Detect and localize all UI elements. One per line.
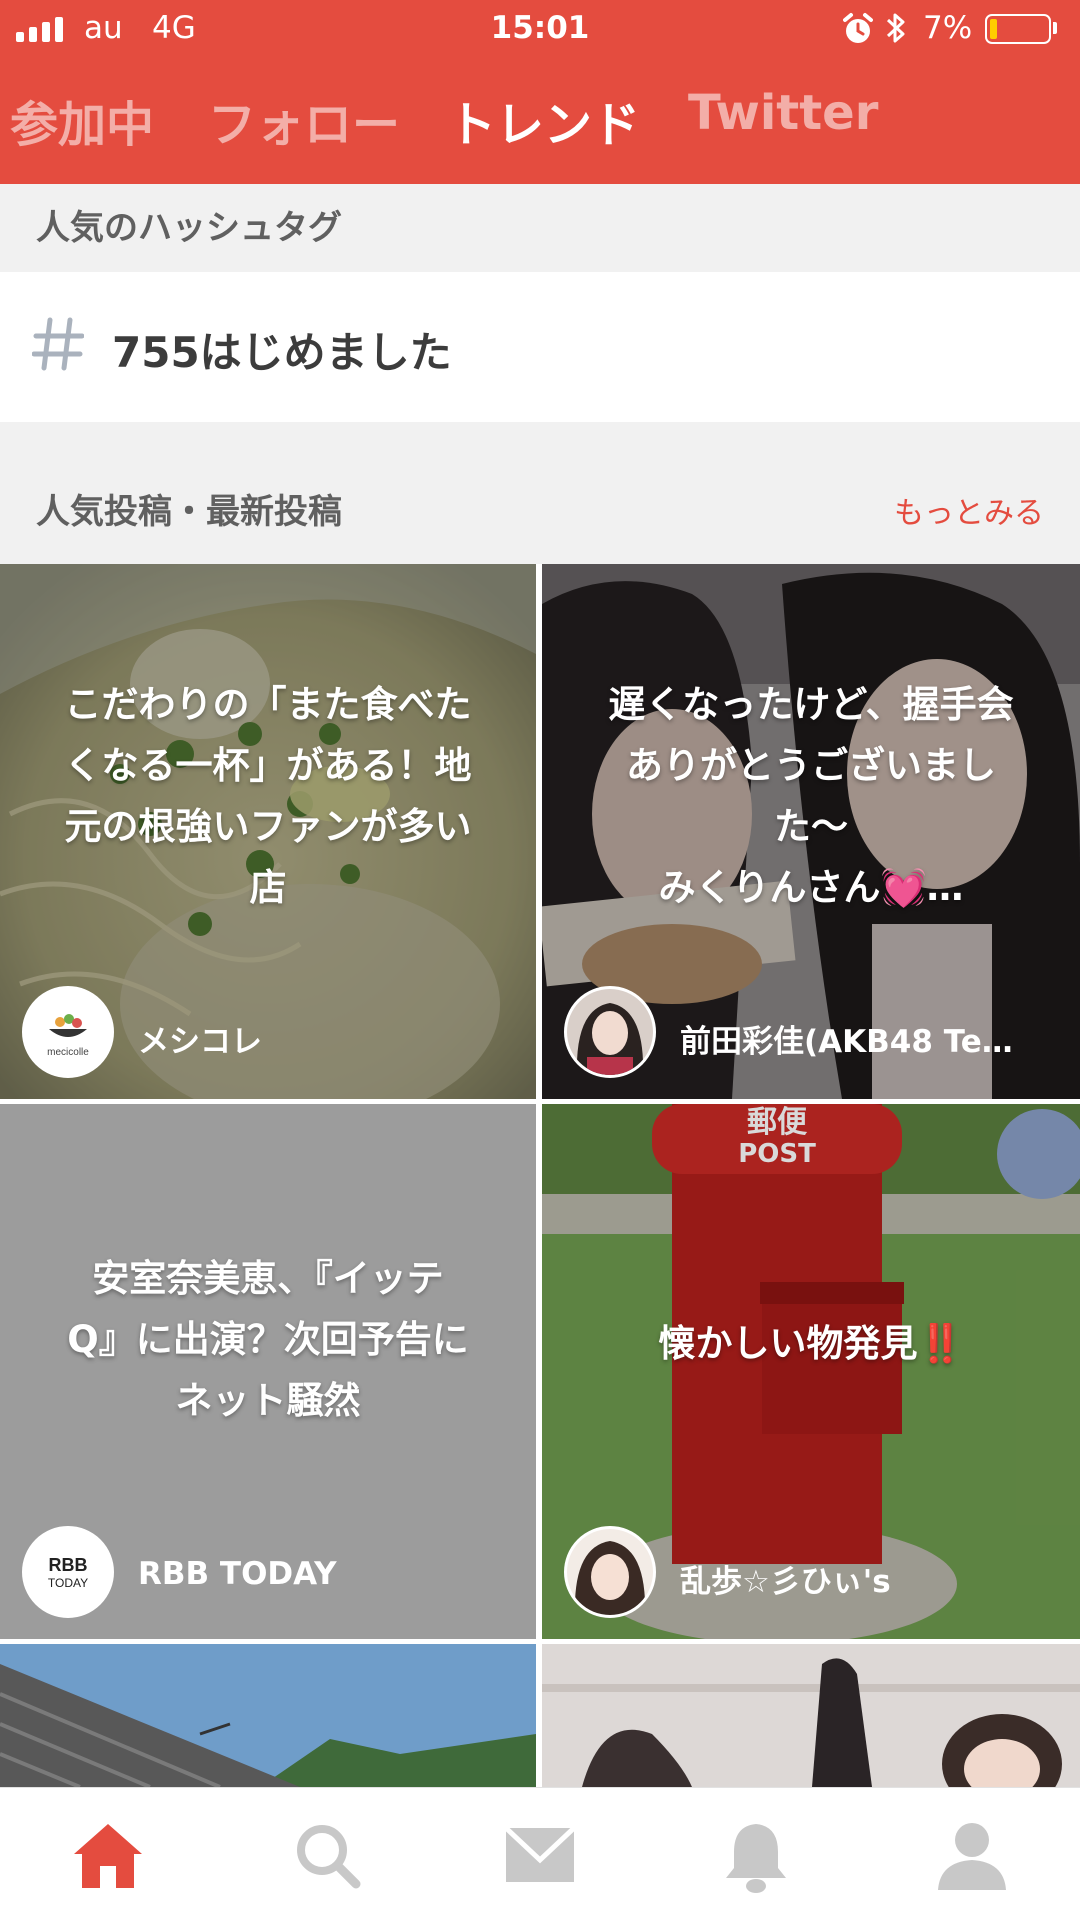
post-card[interactable] (0, 1644, 536, 1787)
post-title: 懐かしい物発見‼️ (658, 1321, 964, 1365)
status-bar: au 4G 15:01 7% (0, 0, 1080, 60)
avatar[interactable]: mecicolle (22, 986, 114, 1078)
post-image-roof (0, 1644, 536, 1787)
post-card[interactable]: 安室奈美恵、『イッテ Q』に出演？次回予告に ネット騒然 RBB TODAY RB… (0, 1104, 536, 1639)
hashtag-section-header: 人気のハッシュタグ (0, 184, 1080, 272)
tab-following[interactable]: フォロー (208, 85, 400, 155)
battery-percentage: 7% (923, 10, 973, 46)
post-author: 乱歩☆彡ひぃ's (680, 1564, 891, 1600)
tab-participating[interactable]: 参加中 (10, 85, 154, 155)
bottom-navigation (0, 1787, 1080, 1921)
avatar[interactable] (564, 1526, 656, 1618)
status-time: 15:01 (490, 10, 590, 46)
battery-icon (985, 14, 1051, 44)
post-author: メシコレ (138, 1024, 262, 1060)
app-header: au 4G 15:01 7% 参加中 フォロー トレンド Twitter (0, 0, 1080, 184)
posts-section-title: 人気投稿・最新投稿 (36, 492, 342, 532)
post-author: 前田彩佳(AKB48 Te… (680, 1024, 1013, 1060)
profile-icon[interactable] (932, 1816, 1012, 1896)
alarm-icon (843, 12, 873, 50)
post-card[interactable]: 遅くなったけど、握手会 ありがとうございまし た〜 みくりんさん💓… 前田彩佳(AK… (542, 564, 1080, 1099)
bell-icon[interactable] (716, 1816, 796, 1896)
hashtag-section-title: 人気のハッシュタグ (36, 208, 342, 248)
post-title: 安室奈美恵、『イッテ Q』に出演？次回予告に ネット騒然 (67, 1256, 469, 1422)
search-icon[interactable] (288, 1816, 368, 1896)
post-image-group (542, 1644, 1080, 1787)
hashtag-label: 755はじめました (112, 328, 452, 377)
see-more-link[interactable]: もっとみる (894, 488, 1044, 532)
avatar[interactable] (564, 986, 656, 1078)
hashtag-icon (31, 314, 85, 374)
post-card[interactable] (542, 1644, 1080, 1787)
tab-twitter[interactable]: Twitter (688, 85, 878, 141)
avatar[interactable]: RBB TODAY (22, 1526, 114, 1618)
post-author: RBB TODAY (138, 1556, 337, 1592)
post-card[interactable]: 郵便 POST 懐かしい物発見‼️ 乱歩☆彡ひぃ's (542, 1104, 1080, 1639)
post-title: こだわりの「また食べた くなる一杯」がある！地 元の根強いファンが多い店 (64, 683, 472, 909)
tab-bar: 参加中 フォロー トレンド Twitter (0, 85, 1080, 160)
svg-text:RBB: RBB (49, 1555, 88, 1575)
svg-text:TODAY: TODAY (48, 1576, 88, 1590)
post-card[interactable]: こだわりの「また食べた くなる一杯」がある！地 元の根強いファンが多い店 meci… (0, 564, 536, 1099)
post-title: 遅くなったけど、握手会 ありがとうございまし た〜 みくりんさん💓… (608, 683, 1014, 909)
posts-section-header: 人気投稿・最新投稿 もっとみる (0, 422, 1080, 564)
hashtag-item[interactable]: 755はじめました (0, 272, 1080, 422)
bluetooth-icon (885, 10, 907, 50)
tab-trend[interactable]: トレンド (448, 85, 640, 155)
svg-text:mecicolle: mecicolle (47, 1047, 89, 1058)
mail-icon[interactable] (500, 1816, 580, 1896)
home-icon[interactable] (68, 1816, 148, 1896)
